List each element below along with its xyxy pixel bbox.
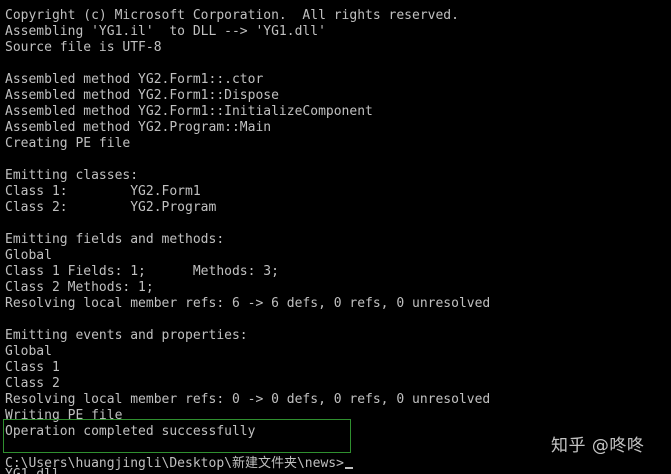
console-line: Assembled method YG2.Form1::InitializeCo…	[5, 104, 373, 119]
console-line: Source file is UTF-8	[5, 40, 162, 55]
command-prompt[interactable]: C:\Users\huangjingli\Desktop\新建文件夹\news>	[5, 456, 490, 472]
success-highlight-box	[3, 419, 351, 453]
console-output: Copyright (c) Microsoft Corporation. All…	[5, 8, 490, 472]
console-line: Class 2	[5, 376, 60, 391]
console-line-cut-off: YG1.dll	[5, 467, 60, 474]
console-line: Creating PE file	[5, 136, 131, 151]
console-line: Class 2 Methods: 1;	[5, 280, 154, 295]
console-line: Resolving local member refs: 6 -> 6 defs…	[5, 296, 491, 311]
console-line: Assembling 'YG1.il' to DLL --> 'YG1.dll'	[5, 24, 326, 39]
console-line: Class 2: YG2.Program	[5, 200, 217, 215]
console-line: Emitting fields and methods:	[5, 232, 225, 247]
console-line: Emitting classes:	[5, 168, 139, 183]
console-line: Assembled method YG2.Form1::.ctor	[5, 72, 264, 87]
text-cursor	[344, 467, 353, 469]
zhihu-watermark: 知乎 @咚咚	[551, 436, 645, 456]
console-line: Global	[5, 344, 52, 359]
console-line: Assembled method YG2.Form1::Dispose	[5, 88, 279, 103]
console-line: Class 1 Fields: 1; Methods: 3;	[5, 264, 279, 279]
console-line: Class 1	[5, 360, 60, 375]
console-line: Class 1: YG2.Form1	[5, 184, 201, 199]
console-line: Resolving local member refs: 0 -> 0 defs…	[5, 392, 491, 407]
console-line: Copyright (c) Microsoft Corporation. All…	[5, 8, 459, 23]
console-window[interactable]: Copyright (c) Microsoft Corporation. All…	[0, 0, 671, 474]
console-line: Assembled method YG2.Program::Main	[5, 120, 272, 135]
console-line: Emitting events and properties:	[5, 328, 248, 343]
console-line: Global	[5, 248, 52, 263]
